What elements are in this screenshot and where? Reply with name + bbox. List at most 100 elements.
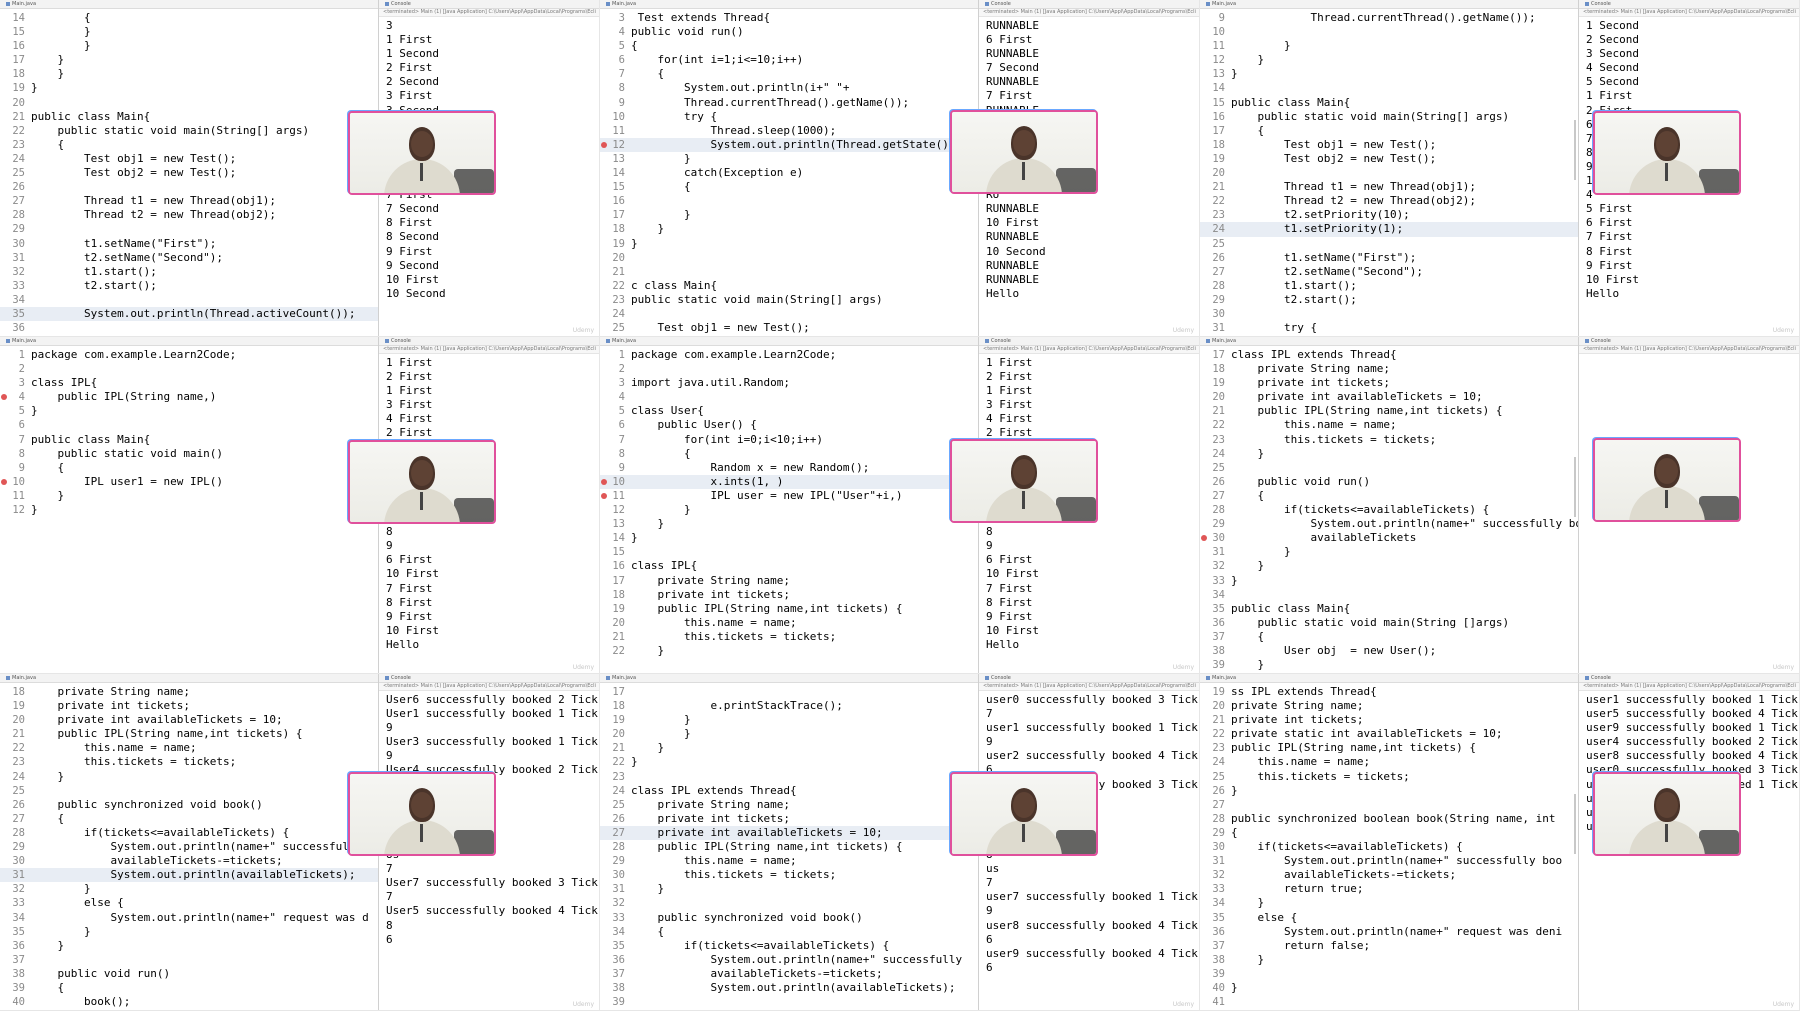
code-line[interactable]: 25 Test obj1 = new Test(); [600,321,978,335]
code-line[interactable]: 3 Test extends Thread{ [600,11,978,25]
code-line[interactable]: 13 } [600,517,978,531]
code-line[interactable]: 35 } [0,925,378,939]
code-line[interactable]: 23 t2.setPriority(10); [1200,208,1578,222]
code-line[interactable]: 7 { [600,67,978,81]
code-line[interactable]: 29 this.name = name; [600,854,978,868]
code-line[interactable]: 32 } [1200,559,1578,573]
code-line[interactable]: 16 public static void main(String[] args… [1200,110,1578,124]
code-line[interactable]: 30 t1.setName("First"); [0,237,378,251]
code-line[interactable]: 25 private String name; [600,798,978,812]
code-line[interactable]: 33 else { [0,896,378,910]
code-line[interactable]: 41 [1200,995,1578,1009]
code-line[interactable]: 15 } [0,25,378,39]
code-editor[interactable]: Main.java 3 Test extends Thread{4 public v… [600,0,978,336]
code-line[interactable]: 11 } [1200,39,1578,53]
editor-tab-label[interactable]: Main.java [12,338,36,344]
code-line[interactable]: 26 public synchronized void book() [0,798,378,812]
code-line[interactable]: 35 System.out.println(Thread.activeCount… [0,306,378,322]
code-line[interactable]: 33} [1200,574,1578,588]
code-line[interactable]: 8 { [600,447,978,461]
console-tab-label[interactable]: Console [391,1,411,7]
code-line[interactable]: 28 if(tickets<=availableTickets) { [0,826,378,840]
console-tab-label[interactable]: Console [991,338,1011,344]
code-line[interactable]: 27 Thread t1 = new Thread(obj1); [0,194,378,208]
code-line[interactable]: 36 System.out.println(name+" request was… [1200,925,1578,939]
code-line[interactable]: 17 } [600,208,978,222]
code-line[interactable]: 31 try { [1200,321,1578,335]
code-line[interactable]: 24 [600,307,978,321]
code-line[interactable]: 12} [0,503,378,517]
code-line[interactable]: 23 { [0,138,378,152]
code-line[interactable]: 9 Random x = new Random(); [600,461,978,475]
code-line[interactable]: 37 [0,953,378,967]
code-line[interactable]: 27 private int availableTickets = 10; [600,825,978,841]
code-line[interactable]: 2 [600,362,978,376]
code-line[interactable]: 26} [1200,784,1578,798]
code-line[interactable]: 30 this.tickets = tickets; [600,868,978,882]
editor-tab-label[interactable]: Main.java [1212,675,1236,681]
code-line[interactable]: 34 System.out.println(name+" request was… [0,911,378,925]
code-line[interactable]: 8 public static void main() [0,447,378,461]
code-line[interactable]: 16 } [0,39,378,53]
console-tab-label[interactable]: Console [991,675,1011,681]
code-line[interactable]: 35 public class Main{ [1200,602,1578,616]
console-tab-label[interactable]: Console [391,675,411,681]
code-line[interactable]: 13 } [600,152,978,166]
code-line[interactable]: 21 private int tickets; [1200,713,1578,727]
code-line[interactable]: 20 [0,96,378,110]
code-line[interactable]: 38 } [1200,953,1578,967]
code-line[interactable]: 10 x.ints(1, ) [600,474,978,489]
code-line[interactable]: 36 } [0,939,378,953]
code-editor[interactable]: Main.java 17 class IPL extends Thread{18 p… [1200,337,1578,673]
code-line[interactable]: 37 { [1200,630,1578,644]
editor-tab-label[interactable]: Main.java [12,1,36,7]
code-line[interactable]: 22 this.name = name; [0,741,378,755]
code-line[interactable]: 20 } [600,727,978,741]
code-line[interactable]: 3 import java.util.Random; [600,376,978,390]
editor-tab-label[interactable]: Main.java [612,1,636,7]
code-line[interactable]: 23 public static void main(String[] args) [600,293,978,307]
code-line[interactable]: 26 private int tickets; [600,812,978,826]
editor-scrollbar[interactable] [1574,794,1576,854]
code-line[interactable]: 22 } [600,644,978,658]
code-line[interactable]: 27 t2.setName("Second"); [1200,265,1578,279]
code-line[interactable]: 28 Thread t2 = new Thread(obj2); [0,208,378,222]
code-line[interactable]: 30 if(tickets<=availableTickets) { [1200,840,1578,854]
code-line[interactable]: 38 public void run() [0,967,378,981]
code-line[interactable]: 34 [1200,588,1578,602]
code-line[interactable]: 18 e.printStackTrace(); [600,699,978,713]
code-line[interactable]: 18 private String name; [0,685,378,699]
code-line[interactable]: 30 [1200,307,1578,321]
code-line[interactable]: 21 public class Main{ [0,110,378,124]
editor-tab-label[interactable]: Main.java [612,338,636,344]
code-line[interactable]: 31 System.out.println(availableTickets); [0,868,378,883]
code-line[interactable]: 25 Test obj2 = new Test(); [0,166,378,180]
editor-scrollbar[interactable] [1574,457,1576,517]
code-line[interactable]: 26 [0,180,378,194]
code-line[interactable]: 29 System.out.println(name+" successfull… [1200,517,1578,531]
code-line[interactable]: 18 } [600,222,978,236]
code-line[interactable]: 39 [1200,967,1578,981]
code-line[interactable]: 13} [1200,67,1578,81]
code-line[interactable]: 28 public IPL(String name,int tickets) { [600,840,978,854]
code-line[interactable]: 19 } [600,713,978,727]
code-line[interactable]: 9 Thread.currentThread().getName()); [600,96,978,110]
code-line[interactable]: 31 } [1200,545,1578,559]
code-editor[interactable]: Main.java 1 package com.example.Learn2Code… [0,337,378,673]
code-line[interactable]: 19 private int tickets; [1200,376,1578,390]
code-line[interactable]: 19 Test obj2 = new Test(); [1200,152,1578,166]
code-line[interactable]: 7 for(int i=0;i<10;i++) [600,433,978,447]
code-line[interactable]: 37 availableTickets-=tickets; [600,967,978,981]
code-line[interactable]: 18 } [0,67,378,81]
code-line[interactable]: 12 System.out.println(Thread.getState())… [600,137,978,152]
code-line[interactable]: 27 [1200,798,1578,812]
code-line[interactable]: 5} [0,404,378,418]
code-line[interactable]: 39 } [1200,658,1578,672]
code-line[interactable]: 9 Thread.currentThread().getName()); [1200,11,1578,25]
code-line[interactable]: 25 [1200,237,1578,251]
code-line[interactable]: 33 return true; [1200,882,1578,896]
code-line[interactable]: 26 t1.setName("First"); [1200,251,1578,265]
code-line[interactable]: 27 { [0,812,378,826]
code-line[interactable]: 39 [600,995,978,1009]
code-line[interactable]: 38 System.out.println(availableTickets); [600,981,978,995]
